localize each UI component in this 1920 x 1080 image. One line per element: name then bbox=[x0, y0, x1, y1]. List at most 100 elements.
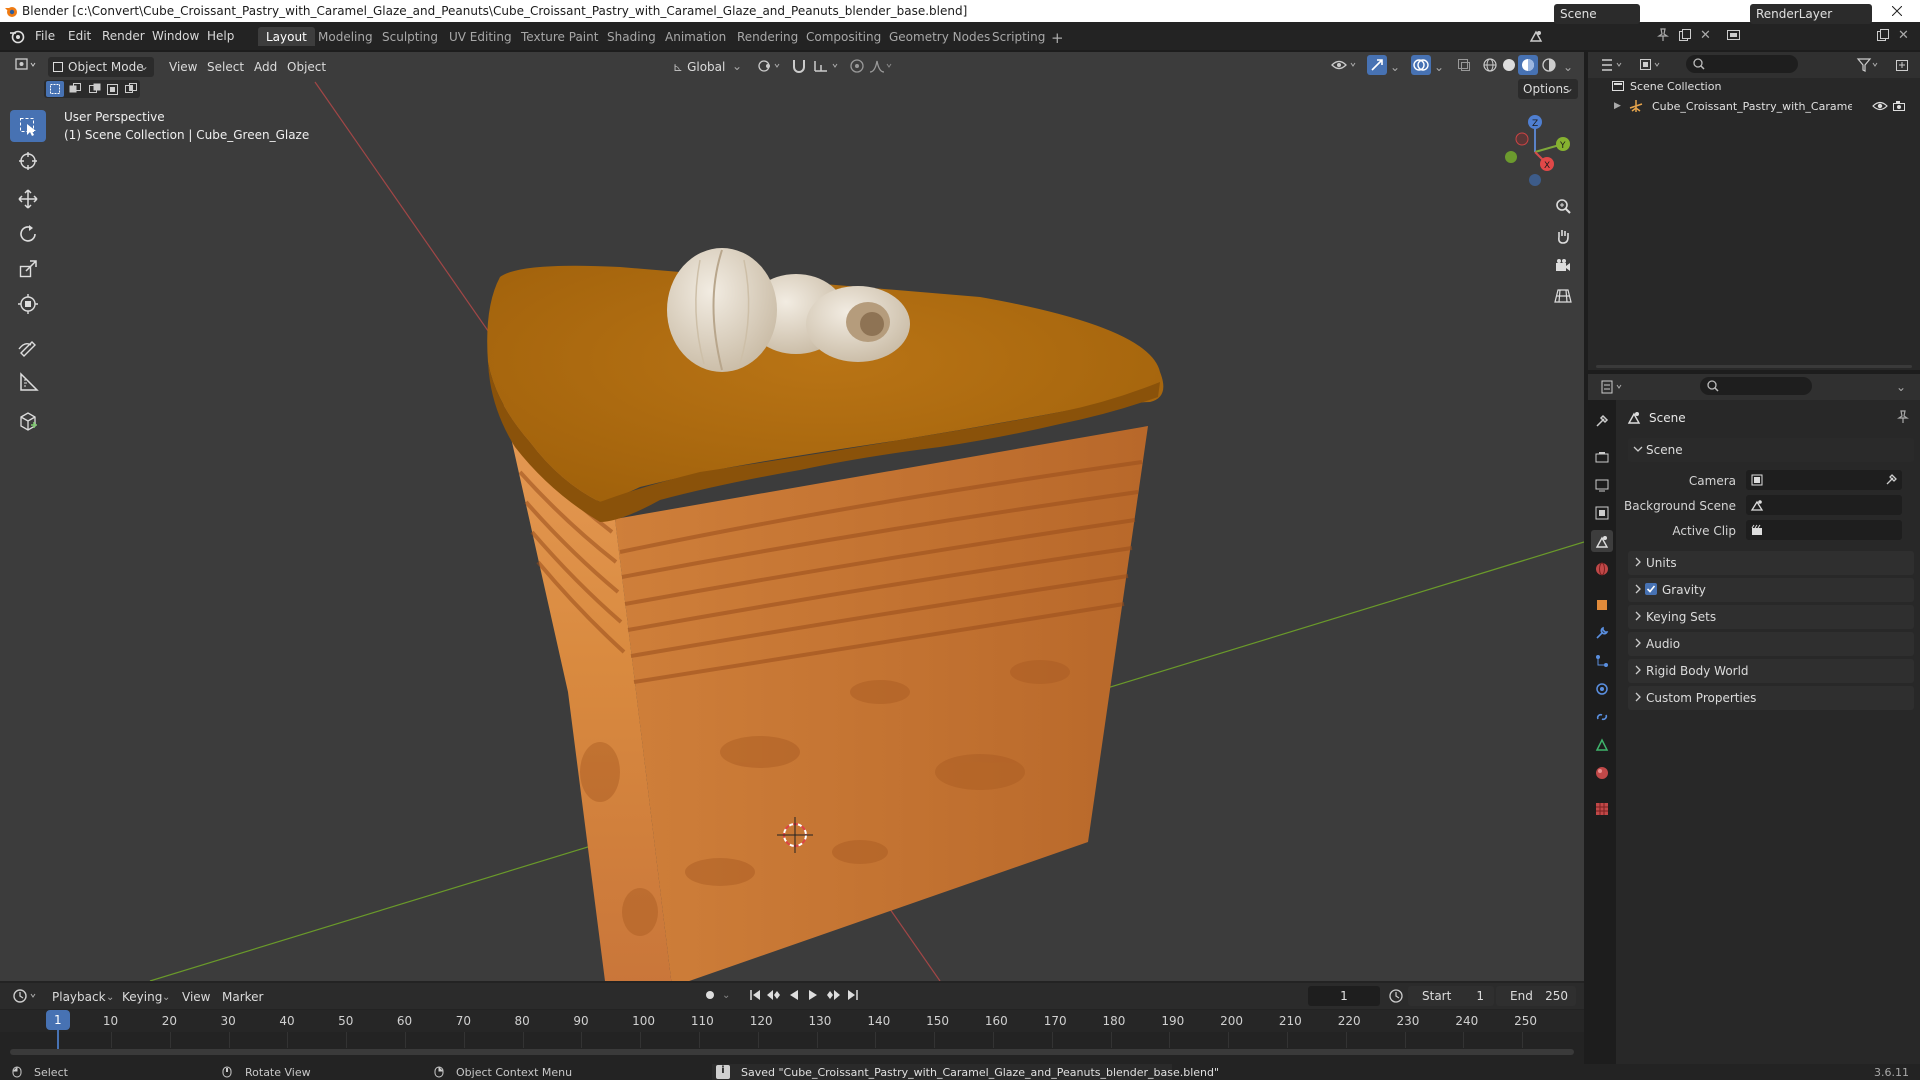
pan-view-icon[interactable] bbox=[1549, 222, 1577, 250]
timeline-menu-playback[interactable]: Playback bbox=[52, 990, 106, 1004]
properties-editor-type-icon[interactable] bbox=[1600, 379, 1626, 395]
tab-sculpting[interactable]: Sculpting bbox=[374, 27, 446, 46]
active-clip-field[interactable] bbox=[1746, 520, 1902, 540]
pin-icon[interactable] bbox=[1896, 410, 1910, 424]
timeline-editor-type-icon[interactable] bbox=[12, 987, 40, 1005]
close-window-button[interactable] bbox=[1874, 0, 1920, 22]
tool-transform[interactable] bbox=[10, 288, 46, 320]
camera-view-icon[interactable] bbox=[1549, 252, 1577, 280]
material-preview-shading-icon[interactable] bbox=[1518, 55, 1538, 75]
tab-scene[interactable] bbox=[1591, 530, 1613, 552]
tab-constraints[interactable] bbox=[1591, 706, 1613, 728]
select-subtract-icon[interactable] bbox=[86, 81, 104, 97]
tool-select-box[interactable] bbox=[10, 110, 46, 142]
scene-collection-label[interactable]: Scene Collection bbox=[1630, 80, 1721, 93]
tool-add-cube[interactable] bbox=[10, 405, 46, 437]
snap-icon[interactable] bbox=[790, 57, 808, 75]
panel-units[interactable]: Units bbox=[1628, 551, 1914, 575]
chevron-down-icon[interactable]: ⌄ bbox=[722, 990, 730, 1001]
select-invert-icon[interactable] bbox=[104, 81, 122, 97]
panel-audio[interactable]: Audio bbox=[1628, 632, 1914, 656]
overlays-toggle-icon[interactable] bbox=[1411, 55, 1431, 75]
tab-rendering[interactable]: Rendering bbox=[729, 27, 806, 46]
viewport-menu-view[interactable]: View bbox=[164, 57, 202, 77]
chevron-down-icon[interactable]: ⌄ bbox=[1896, 380, 1906, 394]
tab-animation[interactable]: Animation bbox=[657, 27, 734, 46]
tab-layout[interactable]: Layout bbox=[258, 27, 315, 46]
current-frame-field[interactable]: 1 bbox=[1308, 986, 1380, 1006]
gravity-checkbox[interactable] bbox=[1645, 583, 1657, 595]
editor-type-icon[interactable] bbox=[14, 56, 38, 74]
pin-scene-icon[interactable] bbox=[1656, 28, 1670, 42]
end-frame-field[interactable]: End 250 bbox=[1496, 986, 1576, 1006]
tab-particles[interactable] bbox=[1591, 650, 1613, 672]
new-render-layer-icon[interactable] bbox=[1876, 28, 1890, 42]
select-new-icon[interactable] bbox=[46, 81, 64, 97]
render-layer-selector[interactable]: RenderLayer bbox=[1750, 4, 1872, 24]
tab-material[interactable] bbox=[1591, 762, 1613, 784]
background-scene-field[interactable] bbox=[1746, 495, 1902, 515]
tab-world[interactable] bbox=[1591, 558, 1613, 580]
viewport-menu-object[interactable]: Object bbox=[282, 57, 331, 77]
timeline-menu-view[interactable]: View bbox=[182, 990, 210, 1004]
timeline-scrollbar[interactable] bbox=[10, 1049, 1574, 1055]
add-workspace-icon[interactable]: + bbox=[1051, 29, 1064, 47]
blender-menu-icon[interactable] bbox=[9, 28, 25, 44]
menu-file[interactable]: File bbox=[35, 29, 55, 43]
proportional-edit-icon[interactable] bbox=[848, 57, 866, 75]
tab-output[interactable] bbox=[1591, 474, 1613, 496]
tab-physics[interactable] bbox=[1591, 678, 1613, 700]
viewport-menu-select[interactable]: Select bbox=[202, 57, 249, 77]
outliner-search-input[interactable] bbox=[1686, 55, 1798, 73]
wireframe-shading-icon[interactable] bbox=[1482, 57, 1498, 73]
expand-arrow-icon[interactable]: ▶ bbox=[1614, 101, 1621, 111]
visibility-filter-icon[interactable] bbox=[1330, 56, 1360, 74]
tab-object[interactable] bbox=[1591, 594, 1613, 616]
delete-render-layer-icon[interactable]: ✕ bbox=[1898, 28, 1909, 43]
visibility-eye-icon[interactable] bbox=[1872, 100, 1888, 112]
new-scene-icon[interactable] bbox=[1678, 28, 1692, 42]
3d-viewport[interactable] bbox=[0, 52, 1584, 981]
filter-icon[interactable] bbox=[1856, 57, 1882, 73]
jump-start-button[interactable] bbox=[748, 988, 762, 1002]
object-mode-dropdown[interactable]: Object Mode ⌄ bbox=[48, 57, 154, 77]
panel-keying-sets[interactable]: Keying Sets bbox=[1628, 605, 1914, 629]
panel-rigid-body-world[interactable]: Rigid Body World bbox=[1628, 659, 1914, 683]
select-intersect-icon[interactable] bbox=[122, 81, 140, 97]
panel-gravity[interactable]: Gravity bbox=[1628, 578, 1914, 602]
gizmo-toggle-icon[interactable] bbox=[1367, 55, 1387, 75]
panel-custom-properties[interactable]: Custom Properties bbox=[1628, 686, 1914, 710]
tab-compositing[interactable]: Compositing bbox=[798, 27, 889, 46]
render-camera-icon[interactable] bbox=[1892, 99, 1906, 113]
zoom-view-icon[interactable] bbox=[1549, 192, 1577, 220]
tab-geometry-nodes[interactable]: Geometry Nodes bbox=[881, 27, 998, 46]
viewport-menu-add[interactable]: Add bbox=[249, 57, 282, 77]
play-reverse-button[interactable] bbox=[787, 988, 801, 1002]
timeline-menu-marker[interactable]: Marker bbox=[222, 990, 263, 1004]
tool-scale[interactable] bbox=[10, 253, 46, 285]
tool-cursor[interactable] bbox=[10, 145, 46, 177]
scene-icon[interactable] bbox=[1528, 28, 1544, 44]
tab-modeling[interactable]: Modeling bbox=[310, 27, 381, 46]
menu-help[interactable]: Help bbox=[207, 29, 234, 43]
start-frame-field[interactable]: Start 1 bbox=[1408, 986, 1494, 1006]
tab-texture-paint[interactable]: Texture Paint bbox=[513, 27, 606, 46]
navigation-gizmo[interactable]: Z Y X bbox=[1495, 112, 1575, 192]
tab-scripting[interactable]: Scripting bbox=[984, 27, 1053, 46]
xray-toggle-icon[interactable] bbox=[1456, 57, 1472, 73]
options-dropdown[interactable]: Options ⌄ bbox=[1518, 79, 1578, 99]
outliner-item[interactable]: Cube_Croissant_Pastry_with_Caramel_C bbox=[1652, 100, 1852, 113]
tool-rotate[interactable] bbox=[10, 218, 46, 250]
chevron-down-icon[interactable]: ⌄ bbox=[1434, 60, 1444, 74]
menu-edit[interactable]: Edit bbox=[68, 29, 91, 43]
chevron-down-icon[interactable]: ⌄ bbox=[1563, 60, 1573, 74]
tab-tool[interactable] bbox=[1591, 410, 1613, 432]
camera-field[interactable] bbox=[1746, 470, 1902, 490]
display-mode-icon[interactable] bbox=[1638, 57, 1664, 73]
scene-selector[interactable]: Scene bbox=[1554, 4, 1640, 24]
chevron-down-icon[interactable]: ⌄ bbox=[1390, 60, 1400, 74]
tool-annotate[interactable] bbox=[10, 330, 46, 362]
toggle-perspective-icon[interactable] bbox=[1549, 282, 1577, 310]
snap-target-icon[interactable] bbox=[812, 57, 842, 75]
outliner-editor-type-icon[interactable] bbox=[1600, 57, 1626, 73]
